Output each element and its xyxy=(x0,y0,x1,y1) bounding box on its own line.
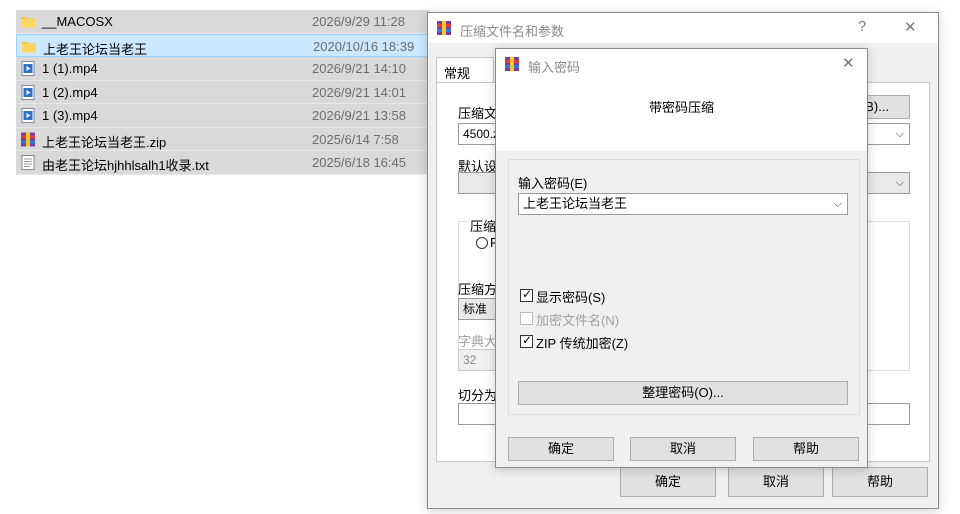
archive-name-value: 4500.z xyxy=(463,127,500,141)
folder-icon xyxy=(21,39,37,54)
file-row[interactable]: __MACOSX 2026/9/29 11:28 xyxy=(16,10,430,34)
dictionary-size-value: 32 xyxy=(463,353,477,367)
file-modified-date: 2026/9/29 11:28 xyxy=(312,14,406,29)
file-row[interactable]: 上老王论坛当老王.zip 2025/6/14 7:58 xyxy=(16,127,430,151)
winrar-icon xyxy=(505,57,519,71)
chevron-down-icon[interactable]: ⌵ xyxy=(834,194,842,214)
winrar-icon xyxy=(437,21,451,35)
zip-legacy-encryption-label: ZIP 传统加密(Z) xyxy=(536,336,629,351)
file-modified-date: 2026/9/21 14:01 xyxy=(312,84,406,100)
password-input[interactable]: 上老王论坛当老王 ⌵ xyxy=(518,193,848,215)
compression-method-label: 压缩方 xyxy=(458,282,498,297)
split-volume-label: 切分为 xyxy=(458,388,498,403)
video-file-icon xyxy=(20,84,36,100)
file-list: __MACOSX 2026/9/29 11:28 上老王论坛当老王 2020/10/1… xyxy=(16,10,430,175)
file-modified-date: 2025/6/18 16:45 xyxy=(312,155,406,170)
file-name: 上老王论坛当老王.zip xyxy=(42,134,167,150)
file-name: 1 (2).mp4 xyxy=(42,84,98,100)
archive-name-label: 压缩文 xyxy=(458,106,498,121)
folder-icon xyxy=(20,14,36,29)
help-icon[interactable]: ? xyxy=(858,18,866,35)
text-file-icon xyxy=(20,155,36,170)
file-modified-date: 2026/9/21 13:58 xyxy=(312,108,406,123)
archive-format-label: 压缩 xyxy=(468,216,499,235)
show-password-checkbox[interactable]: ✓ xyxy=(520,287,533,302)
zip-legacy-encryption-checkbox[interactable]: ✓ xyxy=(520,333,533,348)
archive-icon xyxy=(20,132,36,147)
file-modified-date: 2025/6/14 7:58 xyxy=(312,131,399,147)
chevron-down-icon[interactable]: ⌵ xyxy=(896,173,904,193)
password-cancel-button[interactable]: 取消 xyxy=(630,437,736,461)
archive-dialog-titlebar: 压缩文件名和参数 ? ✕ xyxy=(428,13,938,43)
file-name: 由老王论坛hjhhlsalh1收录.txt xyxy=(42,158,209,173)
archive-cancel-button[interactable]: 取消 xyxy=(728,467,824,497)
password-ok-button[interactable]: 确定 xyxy=(508,437,614,461)
file-row[interactable]: 上老王论坛当老王 2020/10/16 18:39 xyxy=(16,33,430,57)
archive-help-button[interactable]: 帮助 xyxy=(832,467,928,497)
file-modified-date: 2026/9/21 14:10 xyxy=(312,61,406,76)
password-dialog-titlebar: 输入密码 ✕ xyxy=(496,49,867,79)
file-row[interactable]: 1 (3).mp4 2026/9/21 13:58 xyxy=(16,104,430,128)
password-dialog-title: 输入密码 xyxy=(528,60,581,75)
format-radio[interactable] xyxy=(476,237,488,249)
archive-dialog-title: 压缩文件名和参数 xyxy=(460,24,565,39)
file-row[interactable]: 1 (1).mp4 2026/9/21 14:10 xyxy=(16,57,430,81)
file-row[interactable]: 由老王论坛hjhhlsalh1收录.txt 2025/6/18 16:45 xyxy=(16,151,430,175)
password-value: 上老王论坛当老王 xyxy=(523,196,628,211)
close-icon[interactable]: ✕ xyxy=(904,18,917,36)
video-file-icon xyxy=(20,61,36,76)
check-icon: ✓ xyxy=(522,287,533,301)
check-icon: ✓ xyxy=(522,333,533,347)
dictionary-size-label: 字典大 xyxy=(458,334,498,349)
file-row[interactable]: 1 (2).mp4 2026/9/21 14:01 xyxy=(16,80,430,104)
password-help-button[interactable]: 帮助 xyxy=(753,437,859,461)
archive-ok-button[interactable]: 确定 xyxy=(620,467,716,497)
file-modified-date: 2020/10/16 18:39 xyxy=(313,38,415,54)
file-name: 1 (3).mp4 xyxy=(42,108,98,123)
organize-passwords-button[interactable]: 整理密码(O)... xyxy=(518,381,848,405)
password-label: 输入密码(E) xyxy=(518,176,588,191)
password-dialog-heading: 带密码压缩 xyxy=(648,100,714,115)
encrypt-filenames-checkbox[interactable] xyxy=(520,312,533,325)
file-name: 上老王论坛当老王 xyxy=(43,41,148,57)
compression-method-value: 标准 xyxy=(463,302,488,316)
file-name: 1 (1).mp4 xyxy=(42,61,98,76)
close-icon[interactable]: ✕ xyxy=(842,54,855,72)
encrypt-filenames-label: 加密文件名(N) xyxy=(536,313,620,328)
show-password-label: 显示密码(S) xyxy=(536,290,606,305)
chevron-down-icon[interactable]: ⌵ xyxy=(896,124,904,144)
password-dialog: 输入密码 ✕ 带密码压缩 输入密码(E) 上老王论坛当老王 ⌵ ✓ 显示密码(S… xyxy=(495,48,868,468)
tab-general[interactable]: 常规 xyxy=(436,57,494,83)
file-name: __MACOSX xyxy=(42,14,113,29)
video-file-icon xyxy=(20,108,36,123)
password-dialog-header: 带密码压缩 xyxy=(496,79,867,151)
tab-general-label: 常规 xyxy=(444,66,471,81)
